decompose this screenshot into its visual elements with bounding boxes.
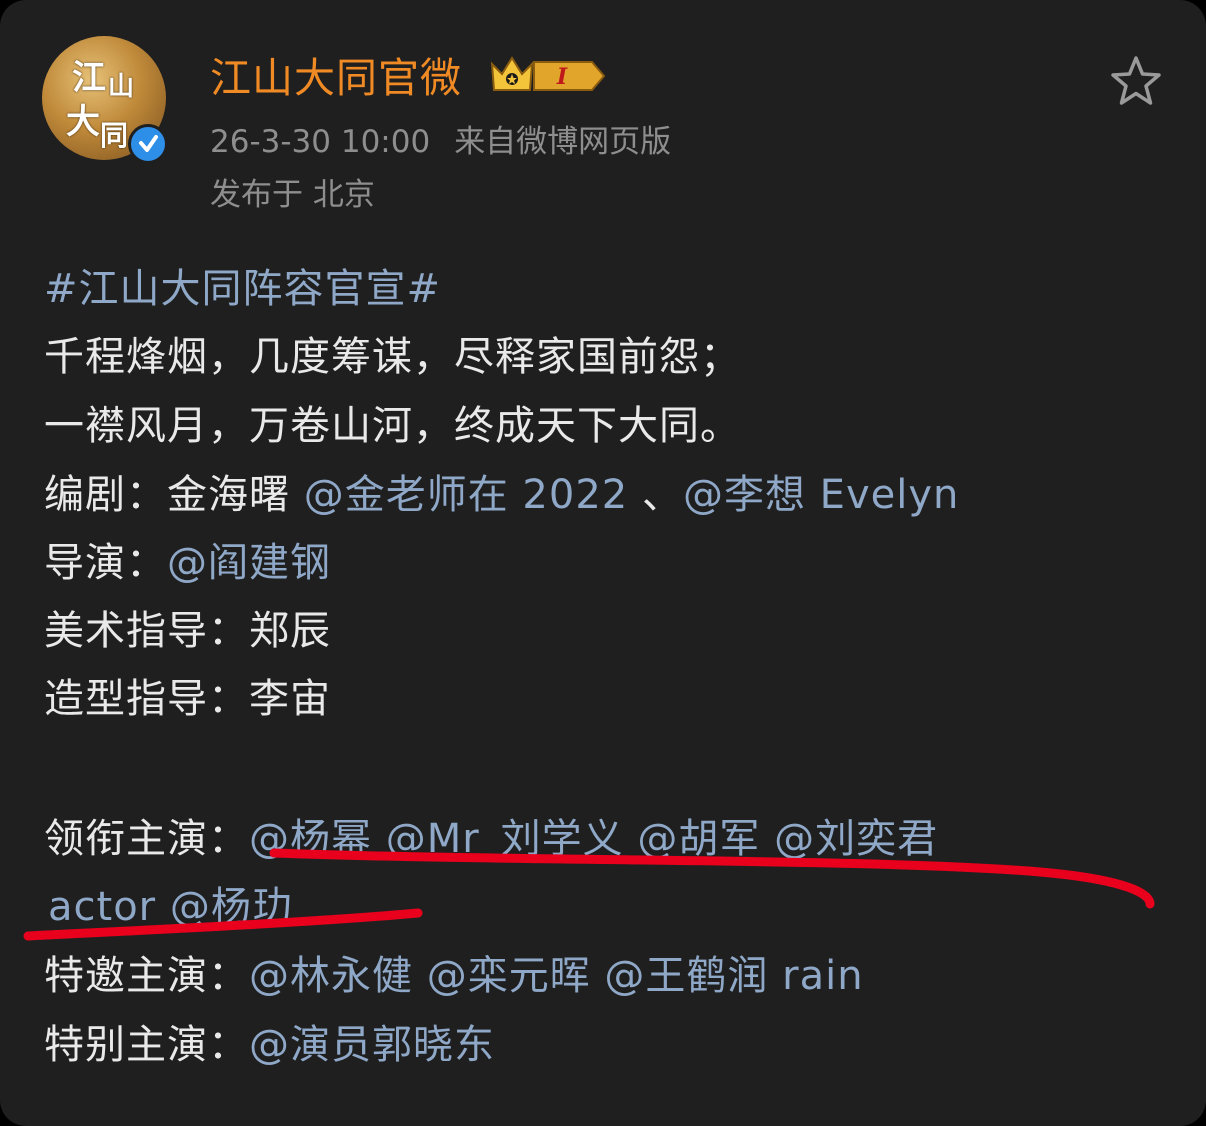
post-meta: 26-3-30 10:00 来自微博网页版: [210, 116, 671, 161]
star-outline-icon[interactable]: [1106, 52, 1166, 112]
art-director-label: 美术指导：: [44, 608, 249, 654]
styling-director-line: 造型指导：李宙: [44, 666, 331, 724]
art-director-line: 美术指导：郑辰: [44, 598, 331, 656]
mention-link[interactable]: @林永健 @栾元晖 @王鹤润 rain: [249, 953, 864, 999]
guest-cast-label: 特邀主演：: [44, 953, 249, 999]
weibo-post-card: 江 山 大 同 江山大同官微 I 26-3-30 10:00 来自微博网页版 发布…: [0, 0, 1206, 1126]
level-badge: I: [556, 64, 568, 90]
avatar-char: 山: [108, 72, 135, 102]
director-label: 导演：: [44, 540, 167, 586]
art-director-name: 郑辰: [249, 608, 331, 654]
crown-icon: I: [488, 52, 608, 100]
guest-cast-line: 特邀主演：@林永健 @栾元晖 @王鹤润 rain: [44, 943, 864, 1001]
mention-link[interactable]: @阎建钢: [167, 540, 331, 586]
hashtag-link[interactable]: #江山大同阵容官宣#: [44, 256, 441, 314]
lead-cast-label: 领衔主演：: [44, 816, 249, 862]
mention-link[interactable]: @李想 Evelyn: [683, 472, 959, 518]
mention-link[interactable]: @演员郭晓东: [249, 1022, 495, 1068]
author-name[interactable]: 江山大同官微: [210, 44, 462, 104]
post-location: 发布于 北京: [210, 177, 375, 213]
post-source: 来自微博网页版: [454, 124, 672, 160]
writer-name: 金海曙: [167, 472, 304, 518]
director-line: 导演：@阎建钢: [44, 530, 331, 588]
avatar-char: 大: [66, 102, 100, 142]
separator: 、: [628, 472, 683, 518]
avatar-char: 同: [100, 119, 129, 152]
lead-cast-line: 领衔主演：@杨幂 @Mr_刘学义 @胡军 @刘奕君: [44, 806, 938, 864]
mention-link[interactable]: @杨幂 @Mr_刘学义 @胡军 @刘奕君: [249, 816, 938, 862]
verified-check-icon: [128, 124, 168, 164]
post-text-line: 千程烽烟，几度筹谋，尽释家国前怨；: [44, 334, 741, 380]
styling-director-name: 李宙: [249, 676, 331, 722]
timestamp: 26-3-30 10:00: [210, 124, 431, 160]
special-cast-line: 特别主演：@演员郭晓东: [44, 1012, 495, 1070]
styling-director-label: 造型指导：: [44, 676, 249, 722]
writer-line: 编剧：金海曙 @金老师在 2022 、@李想 Evelyn: [44, 462, 959, 520]
avatar-char: 江: [72, 58, 106, 98]
mention-link[interactable]: @金老师在 2022: [304, 472, 629, 518]
writer-label: 编剧：: [44, 472, 167, 518]
mention-link[interactable]: actor @杨玏: [48, 874, 293, 932]
post-text-line: 一襟风月，万卷山河，终成天下大同。: [44, 403, 741, 449]
special-cast-label: 特别主演：: [44, 1022, 249, 1068]
